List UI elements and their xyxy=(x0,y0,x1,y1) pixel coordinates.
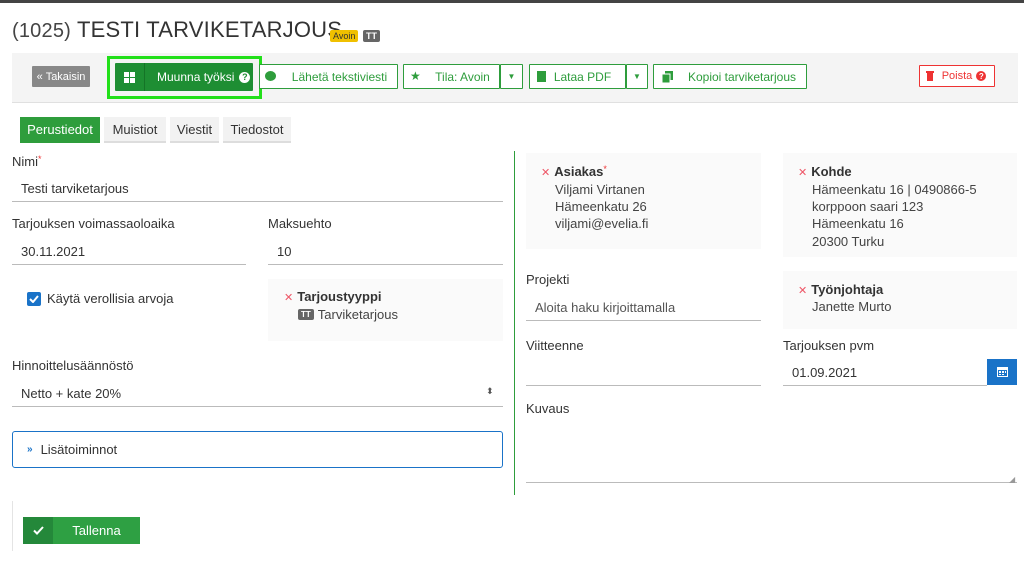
footer-divider xyxy=(12,501,13,551)
send-sms-button[interactable]: Lähetä tekstiviesti xyxy=(259,64,398,89)
back-button[interactable]: « Takaisin xyxy=(32,66,90,87)
page-title: (1025) TESTI TARVIKETARJOUS xyxy=(12,17,342,43)
offer-date-input[interactable]: 01.09.2021 xyxy=(792,365,857,380)
pdf-file-icon xyxy=(537,71,546,82)
help-icon: ? xyxy=(976,71,987,81)
offer-date-label: Tarjouksen pvm xyxy=(783,338,875,353)
trash-icon xyxy=(926,71,934,84)
remove-customer-icon[interactable]: ✕ xyxy=(541,167,550,179)
pricing-select[interactable]: Netto + kate 20% xyxy=(21,386,121,401)
pdf-dropdown-button[interactable]: ▼ xyxy=(626,64,648,89)
name-label: Nimi* xyxy=(12,154,42,169)
offer-type-header: ✕ Tarjoustyyppi xyxy=(284,289,382,304)
tab-muistiot[interactable]: Muistiot xyxy=(104,117,166,143)
tax-checkbox-label: Käytä verollisia arvoja xyxy=(47,291,174,306)
customer-email: viljami@evelia.fi xyxy=(555,216,649,231)
supervisor-header: ✕ Työnjohtaja xyxy=(798,282,884,297)
offer-number: (1025) xyxy=(12,20,72,42)
reference-input-underline xyxy=(526,385,761,386)
column-divider xyxy=(514,151,515,495)
double-chevron-left-icon: « xyxy=(36,70,43,83)
select-arrows-icon: ⬍ xyxy=(486,386,494,396)
state-dropdown-button[interactable]: ▼ xyxy=(500,64,523,89)
convert-to-job-button[interactable]: Muunna työksi ? xyxy=(115,63,253,91)
copy-offer-button[interactable]: Kopioi tarviketarjous xyxy=(653,64,807,89)
project-search-input[interactable]: Aloita haku kirjoittamalla xyxy=(535,300,675,315)
target-line-4: 20300 Turku xyxy=(812,234,885,249)
remove-supervisor-icon[interactable]: ✕ xyxy=(798,285,807,297)
status-badge: Avoin xyxy=(330,30,359,42)
tab-viestit[interactable]: Viestit xyxy=(170,117,219,143)
validity-input-underline xyxy=(12,264,246,265)
caret-down-icon: ▼ xyxy=(507,72,516,81)
pricing-label: Hinnoittelusäännöstö xyxy=(12,358,134,373)
project-label: Projekti xyxy=(526,272,570,287)
target-header: ✕ Kohde xyxy=(798,164,852,179)
description-label: Kuvaus xyxy=(526,401,570,416)
offer-title: TESTI TARVIKETARJOUS xyxy=(76,17,343,42)
help-icon: ? xyxy=(239,71,251,83)
validity-input[interactable]: 30.11.2021 xyxy=(21,244,85,259)
chat-bubble-icon xyxy=(265,71,276,81)
delete-button[interactable]: Poista ? xyxy=(919,65,995,87)
caret-down-icon: ▼ xyxy=(633,72,641,81)
double-chevron-down-icon: » xyxy=(27,444,33,455)
state-button[interactable]: ★ Tila: Avoin xyxy=(403,64,500,89)
target-line-3: Hämeenkatu 16 xyxy=(812,216,904,231)
validity-label: Tarjouksen voimassaoloaika xyxy=(12,216,175,231)
reference-label: Viitteenne xyxy=(526,338,584,353)
copy-icon xyxy=(661,71,673,86)
payment-term-underline xyxy=(268,264,503,265)
grid-icon xyxy=(115,63,145,91)
customer-address: Hämeenkatu 26 xyxy=(555,199,647,214)
tax-checkbox-row[interactable]: Käytä verollisia arvoja xyxy=(27,291,173,306)
tab-tiedostot[interactable]: Tiedostot xyxy=(223,117,291,143)
description-textarea[interactable] xyxy=(526,423,1017,483)
project-input-underline xyxy=(526,320,761,321)
offer-type-value: TT Tarviketarjous xyxy=(298,307,398,322)
pricing-select-underline xyxy=(12,406,503,407)
remove-target-icon[interactable]: ✕ xyxy=(798,167,807,179)
download-pdf-button[interactable]: Lataa PDF xyxy=(529,64,626,89)
remove-offer-type-icon[interactable]: ✕ xyxy=(284,292,293,304)
target-line-1: Hämeenkatu 16 | 0490866-5 xyxy=(812,182,977,197)
checkmark-icon xyxy=(23,517,53,544)
name-input[interactable]: Testi tarviketarjous xyxy=(21,181,129,196)
offer-date-underline xyxy=(783,385,987,386)
payment-term-label: Maksuehto xyxy=(268,216,332,231)
calendar-icon xyxy=(996,365,1008,380)
customer-header: ✕ Asiakas* xyxy=(541,164,607,179)
save-button[interactable]: Tallenna xyxy=(23,517,140,544)
supervisor-name: Janette Murto xyxy=(812,299,892,314)
customer-name: Viljami Virtanen xyxy=(555,182,645,197)
target-line-2: korppoon saari 123 xyxy=(812,199,924,214)
name-input-underline xyxy=(12,201,503,202)
type-badge: TT xyxy=(363,30,380,42)
star-icon: ★ xyxy=(410,69,421,83)
resize-handle-icon[interactable]: ◢ xyxy=(1009,475,1015,484)
calendar-button[interactable] xyxy=(987,359,1017,385)
payment-term-input[interactable]: 10 xyxy=(277,244,291,259)
tab-perustiedot[interactable]: Perustiedot xyxy=(20,117,100,143)
more-actions-toggle[interactable]: » Lisätoiminnot xyxy=(12,431,503,468)
tax-checkbox[interactable] xyxy=(27,291,41,306)
